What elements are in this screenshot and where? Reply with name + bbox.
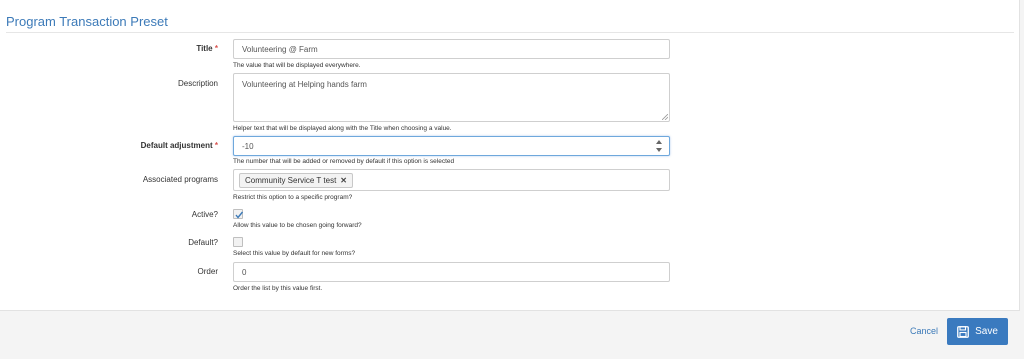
order-input[interactable]: 0 <box>233 262 670 282</box>
default-adjustment-label-text: Default adjustment <box>140 141 213 150</box>
description-label: Description <box>177 79 218 88</box>
associated-programs-select[interactable]: Community Service T test ✕ <box>233 169 670 191</box>
number-spinner-icon[interactable] <box>655 139 663 153</box>
required-marker: * <box>214 44 218 53</box>
order-input-value: 0 <box>242 268 247 277</box>
checkmark-icon <box>235 211 244 219</box>
active-help: Allow this value to be chosen going forw… <box>233 222 362 229</box>
associated-programs-label: Associated programs <box>142 175 218 184</box>
title-label-text: Title <box>196 44 213 53</box>
default-adjustment-help: The number that will be added or removed… <box>233 158 455 165</box>
cancel-button[interactable]: Cancel <box>910 326 938 336</box>
floppy-disk-icon <box>957 325 969 338</box>
default-label: Default? <box>188 238 218 247</box>
active-label: Active? <box>191 210 218 219</box>
default-adjustment-input[interactable]: -10 <box>233 136 670 156</box>
form-legend: Program Transaction Preset <box>6 14 168 29</box>
form-footer <box>0 311 1019 359</box>
order-help: Order the list by this value first. <box>233 285 323 292</box>
save-button[interactable]: Save <box>947 318 1008 345</box>
description-help: Helper text that will be displayed along… <box>233 125 452 132</box>
required-marker: * <box>214 141 218 150</box>
title-input[interactable]: Volunteering @ Farm <box>233 39 670 59</box>
title-input-value: Volunteering @ Farm <box>242 45 318 54</box>
description-textarea-value: Volunteering at Helping hands farm <box>242 80 367 89</box>
legend-divider <box>6 32 1014 33</box>
program-chip: Community Service T test ✕ <box>239 173 353 188</box>
default-adjustment-label: Default adjustment * <box>141 141 218 150</box>
remove-chip-icon[interactable]: ✕ <box>340 176 347 185</box>
default-help: Select this value by default for new for… <box>233 250 356 257</box>
default-adjustment-value: -10 <box>242 142 254 151</box>
active-checkbox[interactable] <box>233 209 244 219</box>
resize-handle-icon[interactable] <box>662 114 668 120</box>
save-button-label: Save <box>975 326 998 337</box>
order-label: Order <box>197 267 218 276</box>
title-help: The value that will be displayed everywh… <box>233 62 361 69</box>
title-label: Title * <box>196 44 218 53</box>
associated-programs-help: Restrict this option to a specific progr… <box>233 194 353 201</box>
description-textarea[interactable]: Volunteering at Helping hands farm <box>233 73 670 122</box>
default-checkbox[interactable] <box>233 237 243 247</box>
program-chip-label: Community Service T test <box>245 176 337 185</box>
